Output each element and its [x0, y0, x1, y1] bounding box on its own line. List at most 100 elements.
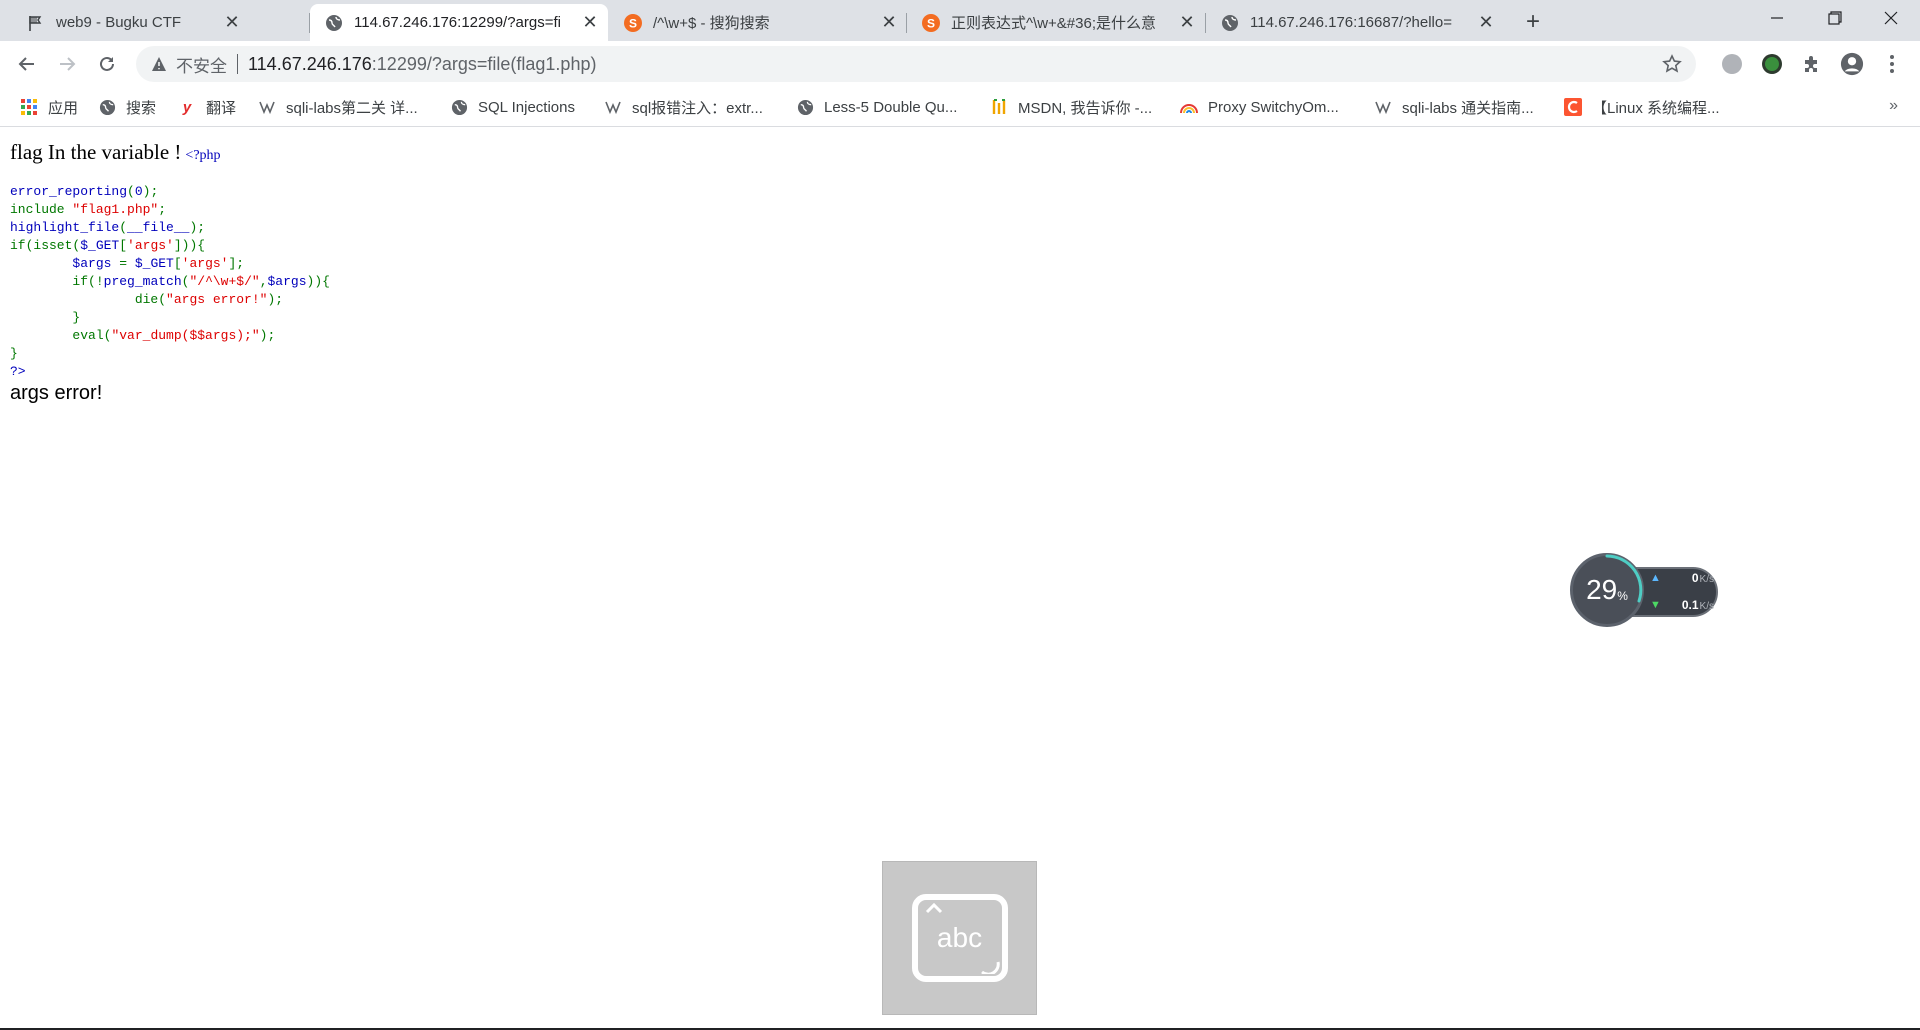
code-token: if(! [72, 274, 104, 289]
bookmark-icon [1374, 98, 1392, 116]
extensions-puzzle-icon[interactable] [1800, 52, 1824, 76]
bookmark-label: sql报错注入：extr... [632, 99, 763, 117]
star-icon[interactable] [1662, 54, 1682, 79]
upload-arrow-icon: ▲ [1650, 572, 1661, 584]
bookmark-sqli-labs-2[interactable]: sqli-labs第二关 详... [258, 95, 418, 119]
code-token: preg_match [103, 274, 182, 289]
tab-active-args[interactable]: 114.67.246.176:12299/?args=fi ✕ [310, 4, 608, 41]
close-icon[interactable]: ✕ [879, 12, 899, 33]
ime-keyboard-widget[interactable]: abc [882, 861, 1037, 1015]
code-token: 'args' [181, 256, 229, 271]
code-line: highlight_file(__file__); [10, 219, 330, 237]
globe-icon [324, 13, 344, 33]
back-button[interactable] [12, 49, 42, 79]
bookmark-label: 【Linux 系统编程... [1592, 99, 1720, 117]
code-line: die("args error!"); [10, 291, 330, 309]
bookmark-proxy-switchyomega[interactable]: Proxy SwitchyOm... [1180, 95, 1339, 119]
bookmark-sqli-labs-guide[interactable]: sqli-labs 通关指南... [1374, 95, 1534, 119]
code-token: )){ [306, 274, 330, 289]
browser-toolbar: 不安全 114.67.246.176:12299/?args=file(flag… [0, 41, 1920, 87]
globe-icon [796, 98, 814, 116]
download-value: 0.1 [1681, 598, 1699, 612]
heading-text: flag In the variable ! [10, 140, 182, 164]
forward-button[interactable] [52, 49, 82, 79]
tab-web9[interactable]: web9 - Bugku CTF ✕ [12, 4, 250, 41]
code-token: ])){ [173, 238, 206, 253]
code-token: ); [189, 220, 206, 235]
bookmark-search[interactable]: 搜索 [98, 95, 156, 119]
close-icon[interactable]: ✕ [222, 12, 242, 33]
code-token: $args [72, 256, 120, 271]
divider [237, 54, 238, 74]
bookmark-linux-programming[interactable]: 【Linux 系统编程... [1564, 95, 1720, 119]
close-icon[interactable]: ✕ [1177, 12, 1197, 33]
menu-kebab-icon[interactable] [1880, 52, 1904, 76]
download-unit: K/s [1699, 601, 1714, 612]
code-line: if(!preg_match("/^\w+$/",$args)){ [10, 273, 330, 291]
insecure-label[interactable]: 不安全 [176, 52, 227, 77]
close-icon[interactable]: ✕ [1476, 12, 1496, 33]
code-token: ?> [10, 364, 26, 379]
extension-grey-circle-icon[interactable] [1720, 52, 1744, 76]
tab-hello[interactable]: 114.67.246.176:16687/?hello= ✕ [1206, 4, 1504, 41]
code-token: $args [267, 274, 307, 289]
code-token: [ [119, 238, 128, 253]
warning-icon[interactable] [150, 55, 168, 73]
php-source-code: error_reporting(0); include "flag1.php"; h… [10, 183, 330, 381]
php-open-tag: <?php [185, 148, 221, 163]
reload-button[interactable] [92, 49, 122, 79]
bookmark-sql-error-injection[interactable]: sql报错注入：extr... [604, 95, 763, 119]
url-text[interactable]: 114.67.246.176:12299/?args=file(flag1.ph… [248, 54, 596, 75]
globe-icon [98, 98, 116, 116]
globe-icon [1220, 13, 1240, 33]
close-icon[interactable]: ✕ [580, 12, 600, 33]
profile-avatar-icon[interactable] [1840, 52, 1864, 76]
bookmarks-bar: 应用 搜索 y 翻译 sqli-labs第二关 详... SQL Injecti… [0, 87, 1920, 127]
restore-button[interactable] [1806, 0, 1864, 36]
address-bar[interactable]: 不安全 114.67.246.176:12299/?args=file(flag… [136, 46, 1696, 82]
bookmarks-overflow-chevron-icon[interactable]: » [1889, 97, 1898, 115]
bookmark-msdn[interactable]: MSDN, 我告诉你 -... [990, 95, 1152, 119]
flag-icon [26, 13, 46, 33]
code-token: highlight_file [10, 220, 120, 235]
sogou-icon: S [623, 13, 643, 33]
bookmark-translate[interactable]: y 翻译 [178, 95, 236, 119]
code-token: ); [142, 184, 159, 199]
code-token: "/^\w+$/" [189, 274, 260, 289]
network-speed-widget[interactable]: ▲ 0K/s ▼ 0.1K/s 29% [1570, 553, 1720, 629]
code-token: , [259, 274, 268, 289]
page-heading: flag In the variable ! <?php [10, 140, 221, 165]
upload-unit: K/s [1699, 574, 1714, 585]
upload-value: 0 [1691, 571, 1699, 585]
bookmark-apps[interactable]: 应用 [20, 95, 78, 119]
usage-arc [1605, 554, 1643, 603]
tab-regex-question[interactable]: S 正则表达式^\w+&#36;是什么意 ✕ [907, 4, 1205, 41]
close-window-button[interactable] [1862, 0, 1920, 36]
bookmark-icon [604, 98, 622, 116]
code-token: if(isset( [10, 238, 81, 253]
code-token: "var_dump($$args);" [111, 328, 260, 343]
bookmark-label: Less-5 Double Qu... [824, 98, 958, 116]
code-line: eval("var_dump($$args);"); [10, 327, 330, 345]
bookmark-label: Proxy SwitchyOm... [1208, 98, 1339, 116]
bookmark-less-5[interactable]: Less-5 Double Qu... [796, 95, 957, 119]
svg-text:S: S [629, 16, 637, 30]
extension-green-circle-icon[interactable] [1760, 52, 1784, 76]
bookmark-sql-injections[interactable]: SQL Injections [450, 95, 575, 119]
code-token: die( [134, 292, 167, 307]
result-message: args error! [10, 382, 103, 404]
code-line: if(isset($_GET['args'])){ [10, 237, 330, 255]
download-arrow-icon: ▼ [1650, 599, 1661, 611]
upload-speed: ▲ 0K/s [1650, 571, 1714, 585]
ime-mode-label: abc [936, 922, 983, 953]
code-line: ?> [10, 363, 330, 381]
minimize-button[interactable] [1748, 0, 1806, 36]
code-token: ; [158, 202, 167, 217]
new-tab-button[interactable]: + [1519, 8, 1547, 36]
bookmark-label: 搜索 [126, 99, 157, 117]
tab-title: /^\w+$ - 搜狗搜索 [653, 15, 770, 32]
tab-sogou-search[interactable]: S /^\w+$ - 搜狗搜索 ✕ [609, 4, 907, 41]
